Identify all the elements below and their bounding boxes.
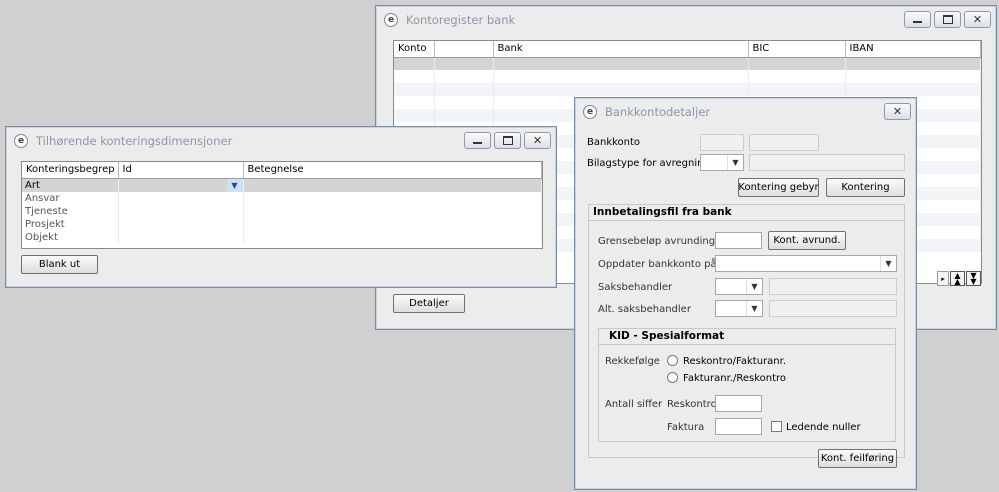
alt-saksbehandler-name-field[interactable] — [769, 300, 897, 317]
close-icon[interactable]: ✕ — [884, 103, 911, 120]
chevron-down-icon[interactable]: ▼ — [226, 178, 243, 192]
alt-saksbehandler-dropdown[interactable]: ▼ — [715, 300, 763, 317]
bankkontodetaljer-title: Bankkontodetaljer — [605, 105, 711, 119]
minimize-icon[interactable] — [464, 132, 491, 149]
column-header-betegnelse[interactable]: Betegnelse — [243, 162, 542, 179]
blank-ut-button[interactable]: Blank ut — [21, 255, 98, 274]
column-header-id[interactable]: Id — [118, 162, 244, 179]
close-icon[interactable]: ✕ — [524, 132, 551, 149]
bankkonto-name-field[interactable] — [749, 134, 819, 151]
scroll-right-icon[interactable]: ▸ — [937, 271, 949, 286]
column-header-konto[interactable]: Konto — [394, 41, 435, 58]
column-header-bic[interactable]: BIC — [748, 41, 846, 58]
kid-spesialformat-header: KID - Spesialformat — [599, 329, 895, 345]
table-row[interactable]: Ansvar — [22, 191, 542, 205]
bilagstype-label: Bilagstype for avregning — [587, 158, 710, 169]
radio-reskontro-fakturanr-label[interactable]: Reskontro/Fakturanr. — [683, 356, 786, 367]
column-header-bank[interactable]: Bank — [493, 41, 749, 58]
oppdater-label: Oppdater bankkonto på — [598, 259, 717, 270]
antall-siffer-label: Antall siffer — [605, 399, 663, 410]
id-dropdown[interactable]: ▼ — [118, 178, 244, 192]
maximize-icon[interactable] — [494, 132, 521, 149]
minimize-icon[interactable] — [904, 11, 931, 28]
bankkonto-label: Bankkonto — [587, 137, 641, 148]
bankkonto-field[interactable] — [700, 134, 744, 151]
rekkefolge-label: Rekkefølge — [605, 356, 660, 367]
column-header-blank[interactable] — [434, 41, 494, 58]
bankkontodetaljer-window: e Bankkontodetaljer ✕ Bankkonto Bilagsty… — [574, 97, 917, 490]
saksbehandler-name-field[interactable] — [769, 278, 897, 295]
chevron-down-icon[interactable]: ▼ — [727, 155, 743, 170]
horizontal-scrollbar[interactable]: ▸ ▲ ▲ ▼ ▼ — [937, 271, 982, 286]
kontering-button[interactable]: Kontering — [826, 178, 905, 197]
ledende-nuller-checkbox[interactable] — [771, 421, 782, 432]
table-row[interactable]: Prosjekt — [22, 217, 542, 231]
alt-saksbehandler-label: Alt. saksbehandler — [598, 304, 691, 315]
konteringsdimensjoner-window: e Tilhørende konteringsdimensjoner ✕ Kon… — [5, 126, 557, 288]
row-konteringsbegrep: Objekt — [22, 230, 119, 244]
reskontro-siffer-field[interactable] — [715, 395, 762, 412]
kontering-gebyr-button[interactable]: Kontering gebyr — [738, 178, 819, 197]
table-row[interactable] — [394, 57, 981, 70]
oppdater-dropdown[interactable]: ▼ — [715, 255, 897, 272]
konteringsdimensjoner-grid[interactable]: Konteringsbegrep Id Betegnelse Art ▼ Ans… — [21, 161, 543, 249]
radio-reskontro-fakturanr[interactable] — [667, 355, 678, 366]
grensebelop-label: Grensebeløp avrunding — [598, 236, 716, 247]
bilagstype-dropdown[interactable]: ▼ — [700, 154, 744, 171]
row-konteringsbegrep: Art — [22, 178, 119, 192]
column-header-iban[interactable]: IBAN — [845, 41, 981, 58]
saksbehandler-dropdown[interactable]: ▼ — [715, 278, 763, 295]
table-row[interactable]: Tjeneste — [22, 204, 542, 218]
grensebelop-field[interactable] — [715, 232, 762, 249]
kontoregister-title: Kontoregister bank — [406, 13, 516, 27]
innbetalingsfil-header: Innbetalingsfil fra bank — [589, 205, 904, 221]
table-row[interactable] — [394, 83, 981, 96]
faktura-siffer-field[interactable] — [715, 418, 762, 435]
bilagstype-desc-field[interactable] — [749, 154, 905, 171]
bankkontodetaljer-titlebar[interactable]: e Bankkontodetaljer ✕ — [575, 98, 916, 126]
ledende-nuller-label[interactable]: Ledende nuller — [786, 422, 861, 433]
kont-feilforing-button[interactable]: Kont. feilføring — [818, 449, 897, 468]
table-row[interactable]: Art ▼ — [22, 178, 542, 192]
scroll-up-icon[interactable]: ▲ ▲ — [950, 271, 965, 286]
app-logo-icon: e — [384, 13, 398, 27]
detaljer-button[interactable]: Detaljer — [393, 294, 465, 313]
row-konteringsbegrep: Tjeneste — [22, 204, 119, 218]
maximize-icon[interactable] — [934, 11, 961, 28]
table-row[interactable] — [394, 70, 981, 83]
kont-avrund-button[interactable]: Kont. avrund. — [768, 231, 846, 250]
chevron-down-icon[interactable]: ▼ — [880, 256, 896, 271]
app-logo-icon: e — [14, 134, 28, 148]
konteringsdimensjoner-title: Tilhørende konteringsdimensjoner — [36, 134, 233, 148]
kontoregister-titlebar[interactable]: e Kontoregister bank ✕ — [376, 6, 996, 34]
reskontro-label: Reskontro — [667, 399, 717, 410]
row-konteringsbegrep: Ansvar — [22, 191, 119, 205]
chevron-down-icon[interactable]: ▼ — [746, 279, 762, 294]
column-header-konteringsbegrep[interactable]: Konteringsbegrep — [22, 162, 119, 179]
chevron-down-icon[interactable]: ▼ — [746, 301, 762, 316]
close-icon[interactable]: ✕ — [964, 11, 991, 28]
faktura-label: Faktura — [667, 422, 705, 433]
innbetalingsfil-group: Innbetalingsfil fra bank Grensebeløp avr… — [588, 204, 905, 458]
saksbehandler-label: Saksbehandler — [598, 282, 673, 293]
app-logo-icon: e — [583, 105, 597, 119]
radio-fakturanr-reskontro-label[interactable]: Fakturanr./Reskontro — [683, 373, 786, 384]
row-konteringsbegrep: Prosjekt — [22, 217, 119, 231]
scroll-down-icon[interactable]: ▼ ▼ — [966, 271, 981, 286]
kid-spesialformat-group: KID - Spesialformat Rekkefølge Reskontro… — [598, 328, 896, 442]
table-row[interactable]: Objekt — [22, 230, 542, 244]
radio-fakturanr-reskontro[interactable] — [667, 372, 678, 383]
konteringsdimensjoner-titlebar[interactable]: e Tilhørende konteringsdimensjoner ✕ — [6, 127, 556, 155]
